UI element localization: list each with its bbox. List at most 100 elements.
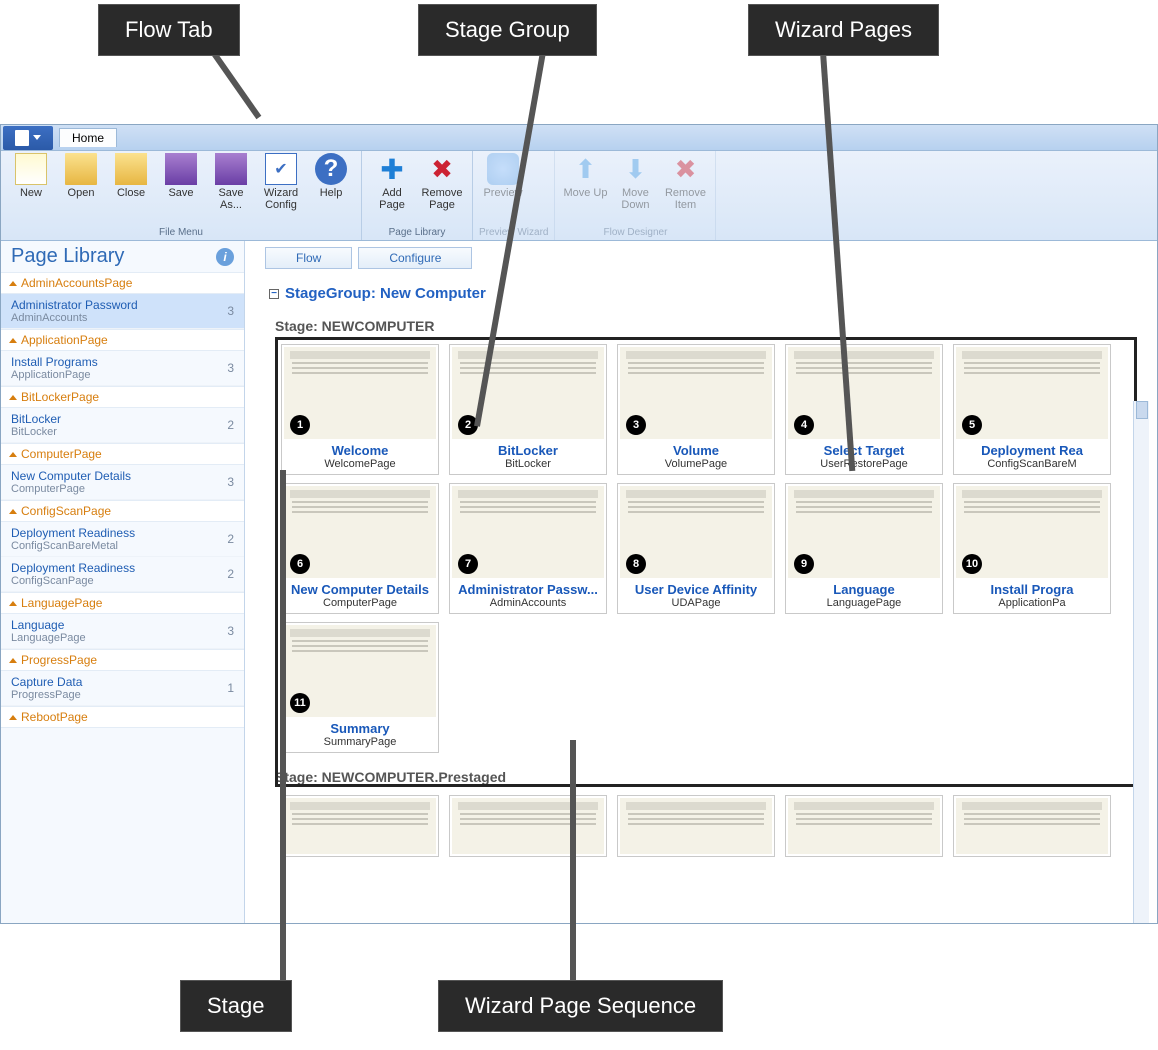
thumb-preview: 9 <box>788 486 940 578</box>
sidebar-category-header[interactable]: ConfigScanPage <box>1 500 244 522</box>
save-icon <box>165 153 197 185</box>
library-item[interactable]: LanguageLanguagePage3 <box>1 614 244 649</box>
collapse-icon[interactable]: − <box>269 289 279 299</box>
sidebar-category-header[interactable]: ApplicationPage <box>1 329 244 351</box>
save-button[interactable]: Save <box>157 153 205 211</box>
remove-page-button[interactable]: Remove Page <box>418 153 466 211</box>
thumb-preview: 8 <box>620 486 772 578</box>
open-button[interactable]: Open <box>57 153 105 211</box>
wizard-page-thumb[interactable]: 3VolumeVolumePage <box>617 344 775 475</box>
thumb-preview <box>284 798 436 854</box>
wizard-page-thumb[interactable]: 4Select TargetUserRestorePage <box>785 344 943 475</box>
chevron-up-icon <box>9 338 17 343</box>
ribbon: New Open Close Save Save As... Wizard Co… <box>1 151 1157 241</box>
x-icon <box>669 153 701 185</box>
sidebar-category-header[interactable]: ProgressPage <box>1 649 244 671</box>
wizard-page-thumb[interactable] <box>785 795 943 857</box>
thumb-title: Administrator Passw... <box>450 580 606 597</box>
wizard-page-thumb[interactable]: 5Deployment ReaConfigScanBareM <box>953 344 1111 475</box>
wizard-page-thumb[interactable]: 1WelcomeWelcomePage <box>281 344 439 475</box>
plus-icon <box>376 153 408 185</box>
thumb-subtitle: BitLocker <box>450 458 606 474</box>
sidebar-category-header[interactable]: ComputerPage <box>1 443 244 465</box>
ribbon-group-pagelib: Add Page Remove Page Page Library <box>362 151 473 240</box>
wizard-page-thumb[interactable] <box>449 795 607 857</box>
thumb-preview <box>452 798 604 854</box>
help-icon <box>315 153 347 185</box>
thumb-title: Language <box>786 580 942 597</box>
vertical-scrollbar[interactable] <box>1133 401 1149 923</box>
tab-flow[interactable]: Flow <box>265 247 352 269</box>
wizard-page-thumb[interactable]: 8User Device AffinityUDAPage <box>617 483 775 614</box>
chevron-up-icon <box>9 601 17 606</box>
library-item[interactable]: Deployment ReadinessConfigScanBareMetal2 <box>1 522 244 557</box>
stagegroup-title[interactable]: − StageGroup: New Computer <box>245 275 1157 312</box>
thumb-title: Deployment Rea <box>954 441 1110 458</box>
wizard-page-thumb[interactable]: 7Administrator Passw...AdminAccounts <box>449 483 607 614</box>
library-item[interactable]: Deployment ReadinessConfigScanPage2 <box>1 557 244 592</box>
sidebar-title: Page Library i <box>1 241 244 272</box>
titlebar: Home <box>1 125 1157 151</box>
thumb-preview <box>620 798 772 854</box>
arrow-up-icon <box>569 153 601 185</box>
wizard-page-thumb[interactable]: 10Install PrograApplicationPa <box>953 483 1111 614</box>
chevron-up-icon <box>9 509 17 514</box>
tab-configure[interactable]: Configure <box>358 247 472 269</box>
thumb-number: 9 <box>794 554 814 574</box>
tab-home[interactable]: Home <box>59 128 117 147</box>
thumb-subtitle: UserRestorePage <box>786 458 942 474</box>
folder-open-icon <box>65 153 97 185</box>
help-button[interactable]: Help <box>307 153 355 211</box>
sidebar-page-library: Page Library i AdminAccountsPageAdminist… <box>1 241 245 923</box>
close-button[interactable]: Close <box>107 153 155 211</box>
config-icon <box>265 153 297 185</box>
wizard-page-thumb[interactable]: 6New Computer DetailsComputerPage <box>281 483 439 614</box>
move-down-button[interactable]: Move Down <box>611 153 659 211</box>
wizard-page-thumb[interactable] <box>281 795 439 857</box>
move-up-button[interactable]: Move Up <box>561 153 609 211</box>
library-item[interactable]: Administrator PasswordAdminAccounts3 <box>1 294 244 329</box>
callout-wizard-pages: Wizard Pages <box>748 4 939 56</box>
chevron-up-icon <box>9 395 17 400</box>
sidebar-category-header[interactable]: RebootPage <box>1 706 244 728</box>
add-page-button[interactable]: Add Page <box>368 153 416 211</box>
remove-item-button[interactable]: Remove Item <box>661 153 709 211</box>
thumb-preview: 5 <box>956 347 1108 439</box>
library-item[interactable]: Install ProgramsApplicationPage3 <box>1 351 244 386</box>
library-item[interactable]: Capture DataProgressPage1 <box>1 671 244 706</box>
app-menu-button[interactable] <box>3 126 53 150</box>
wizard-page-thumb[interactable]: 9 LanguageLanguagePage <box>785 483 943 614</box>
stage-title: Stage: NEWCOMPUTER <box>245 312 1157 340</box>
sidebar-category-header[interactable]: AdminAccountsPage <box>1 272 244 294</box>
new-button[interactable]: New <box>7 153 55 211</box>
main-area: Flow Configure − StageGroup: New Compute… <box>245 241 1157 923</box>
callout-flow-tab: Flow Tab <box>98 4 240 56</box>
scrollbar-thumb[interactable] <box>1136 401 1148 419</box>
ribbon-group-flow: Move Up Move Down Remove Item Flow Desig… <box>555 151 716 240</box>
chevron-up-icon <box>9 452 17 457</box>
folder-close-icon <box>115 153 147 185</box>
wizard-page-thumb[interactable]: 11SummarySummaryPage <box>281 622 439 753</box>
info-icon[interactable]: i <box>216 248 234 266</box>
library-item[interactable]: BitLockerBitLocker2 <box>1 408 244 443</box>
wizard-page-thumb[interactable] <box>617 795 775 857</box>
thumb-number: 1 <box>290 415 310 435</box>
arrow-down-icon <box>619 153 651 185</box>
thumb-subtitle: UDAPage <box>618 597 774 613</box>
save-as-button[interactable]: Save As... <box>207 153 255 211</box>
main-tabs: Flow Configure <box>245 241 1157 275</box>
preview-icon <box>487 153 519 185</box>
wizard-page-thumb[interactable] <box>953 795 1111 857</box>
thumb-subtitle: VolumePage <box>618 458 774 474</box>
thumb-number: 7 <box>458 554 478 574</box>
thumb-number: 5 <box>962 415 982 435</box>
wizard-config-button[interactable]: Wizard Config <box>257 153 305 211</box>
ribbon-group-label: File Menu <box>7 227 355 240</box>
save-as-icon <box>215 153 247 185</box>
thumb-subtitle: LanguagePage <box>786 597 942 613</box>
wizard-page-thumb[interactable]: 2BitLockerBitLocker <box>449 344 607 475</box>
library-item[interactable]: New Computer DetailsComputerPage3 <box>1 465 244 500</box>
sidebar-category-header[interactable]: BitLockerPage <box>1 386 244 408</box>
sidebar-category-header[interactable]: LanguagePage <box>1 592 244 614</box>
thumb-title: Summary <box>282 719 438 736</box>
